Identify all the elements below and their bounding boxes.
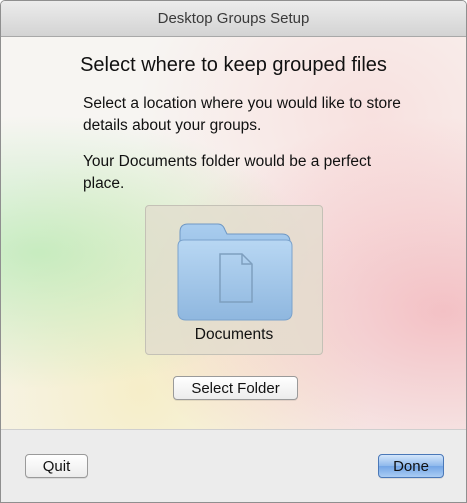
quit-button[interactable]: Quit	[25, 454, 88, 478]
folder-icon	[177, 223, 293, 321]
setup-window: Desktop Groups Setup Select where to kee…	[0, 0, 467, 503]
content-area: Select where to keep grouped files Selec…	[1, 37, 466, 429]
suggestion-text: Your Documents folder would be a perfect…	[83, 153, 372, 192]
window-title: Desktop Groups Setup	[157, 10, 310, 27]
done-button[interactable]: Done	[378, 454, 444, 478]
instruction-text: Select a location where you would like t…	[83, 95, 401, 134]
page-heading: Select where to keep grouped files	[80, 54, 387, 76]
folder-label: Documents	[194, 326, 274, 343]
select-folder-button[interactable]: Select Folder	[173, 376, 298, 400]
selected-folder-well[interactable]: Documents	[145, 205, 323, 355]
title-bar[interactable]: Desktop Groups Setup	[1, 1, 466, 37]
button-bar: Quit Done	[1, 429, 466, 502]
